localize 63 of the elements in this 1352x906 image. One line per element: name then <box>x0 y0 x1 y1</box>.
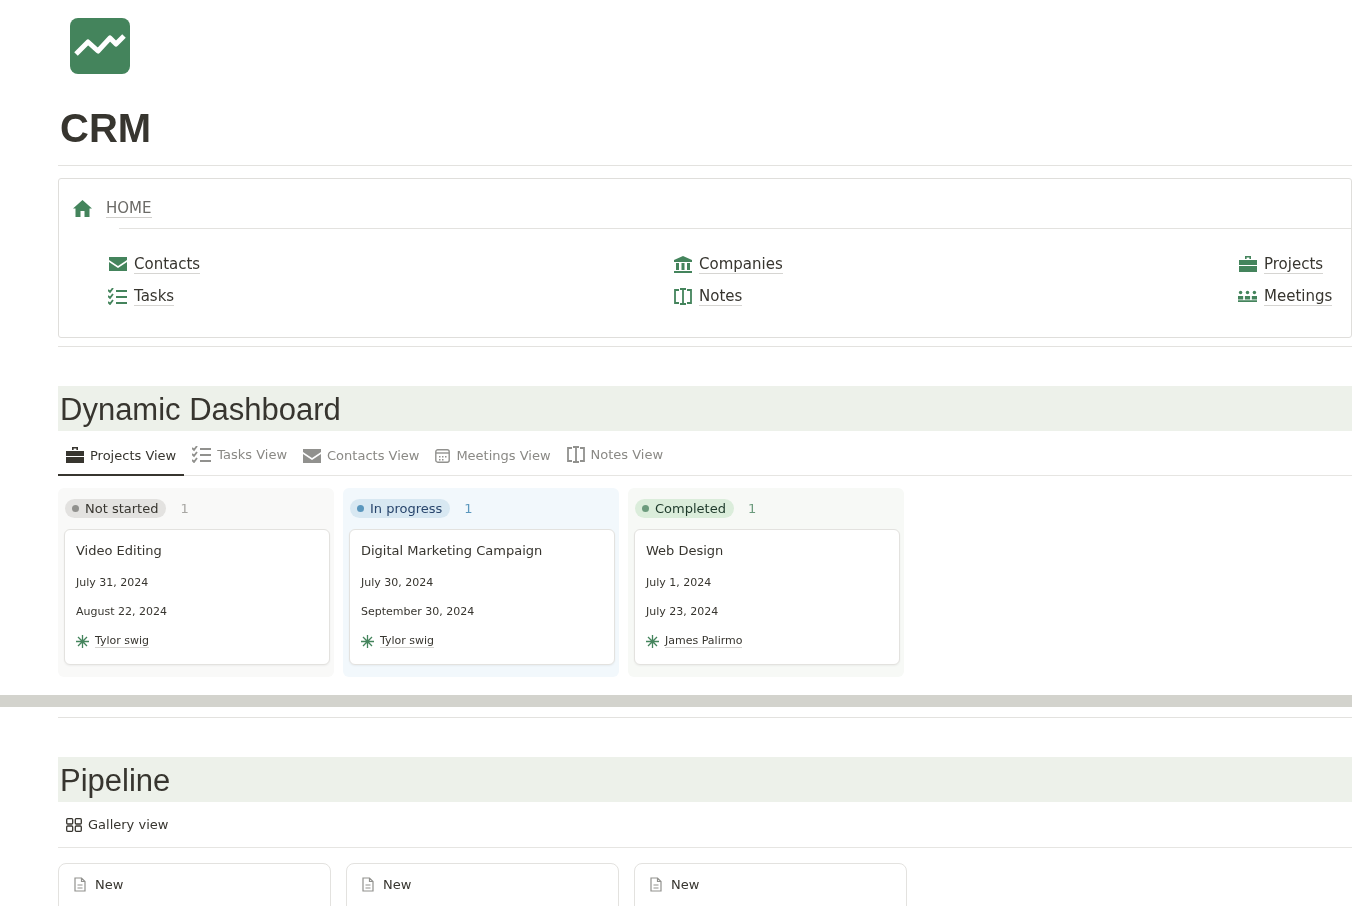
chart-logo-icon <box>70 18 130 74</box>
owner-name: Tylor swig <box>380 634 435 648</box>
project-card[interactable]: Digital Marketing Campaign July 30, 2024 September 30, 2024 Tylor swig <box>349 529 615 665</box>
text-cursor-icon <box>673 287 692 305</box>
start-date: July 31, 2024 <box>76 576 150 589</box>
status-tag: Completed <box>635 498 734 518</box>
home-link[interactable]: HOME <box>106 198 152 218</box>
page-icon <box>650 877 662 892</box>
house-icon <box>73 199 92 217</box>
start-date: July 30, 2024 <box>361 576 435 589</box>
item-count: 1 <box>180 500 189 516</box>
owner-name: James Palirmo <box>665 634 743 648</box>
envelope-icon <box>303 448 322 463</box>
gallery-card[interactable]: New <box>634 863 907 906</box>
view-tab[interactable]: Meetings View <box>427 448 559 476</box>
card-title: Web Design <box>646 543 725 558</box>
card-title: New <box>383 877 412 892</box>
owner-name: Tylor swig <box>95 634 150 648</box>
project-card[interactable]: Web Design July 1, 2024 July 23, 2024 James Palirmo <box>634 529 900 665</box>
view-tab[interactable]: Tasks View <box>184 446 296 476</box>
page-icon <box>74 877 86 892</box>
nav-link[interactable]: Projects <box>1264 254 1324 274</box>
section-heading: Dynamic Dashboard <box>58 386 1352 431</box>
card-title: New <box>671 877 700 892</box>
nav-link[interactable]: Companies <box>699 254 783 274</box>
envelope-icon <box>108 257 127 271</box>
sparkle-icon <box>76 634 89 648</box>
item-count: 1 <box>464 500 473 516</box>
checklist-icon <box>108 287 127 305</box>
nav-link[interactable]: Contacts <box>134 254 201 274</box>
gallery-card[interactable]: New <box>58 863 331 906</box>
briefcase-icon <box>1238 256 1257 272</box>
nav-link[interactable]: Tasks <box>134 286 175 306</box>
view-tab[interactable]: Notes View <box>558 446 672 476</box>
status-tag: In progress <box>350 498 451 518</box>
gallery-card[interactable]: New <box>346 863 619 906</box>
view-tab[interactable]: Contacts View <box>295 448 428 476</box>
checklist-icon <box>192 446 212 463</box>
page-icon <box>362 877 374 892</box>
calendar-icon <box>435 448 451 463</box>
text-cursor-icon <box>566 446 585 463</box>
section-heading: Pipeline <box>58 757 1352 802</box>
project-card[interactable]: Video Editing July 31, 2024 August 22, 2024 Tylor swig <box>64 529 330 665</box>
people-icon <box>1238 289 1257 303</box>
nav-link[interactable]: Meetings <box>1264 286 1333 306</box>
status-tag: Not started <box>65 498 167 518</box>
grid-icon <box>66 817 82 832</box>
view-tab[interactable]: Projects View <box>58 447 185 476</box>
sparkle-icon <box>646 634 659 648</box>
end-date: July 23, 2024 <box>646 605 720 618</box>
end-date: September 30, 2024 <box>361 605 476 618</box>
page-title: CRM <box>60 105 153 152</box>
card-title: New <box>95 877 124 892</box>
bank-icon <box>673 255 692 273</box>
end-date: August 22, 2024 <box>76 605 168 618</box>
gallery-view-tab[interactable]: Gallery view <box>58 817 169 832</box>
sparkle-icon <box>361 634 374 648</box>
start-date: July 1, 2024 <box>646 576 713 589</box>
nav-link[interactable]: Notes <box>699 286 743 306</box>
card-title: Digital Marketing Campaign <box>361 543 544 558</box>
card-title: Video Editing <box>76 543 163 558</box>
item-count: 1 <box>747 500 757 516</box>
briefcase-icon <box>66 447 84 463</box>
